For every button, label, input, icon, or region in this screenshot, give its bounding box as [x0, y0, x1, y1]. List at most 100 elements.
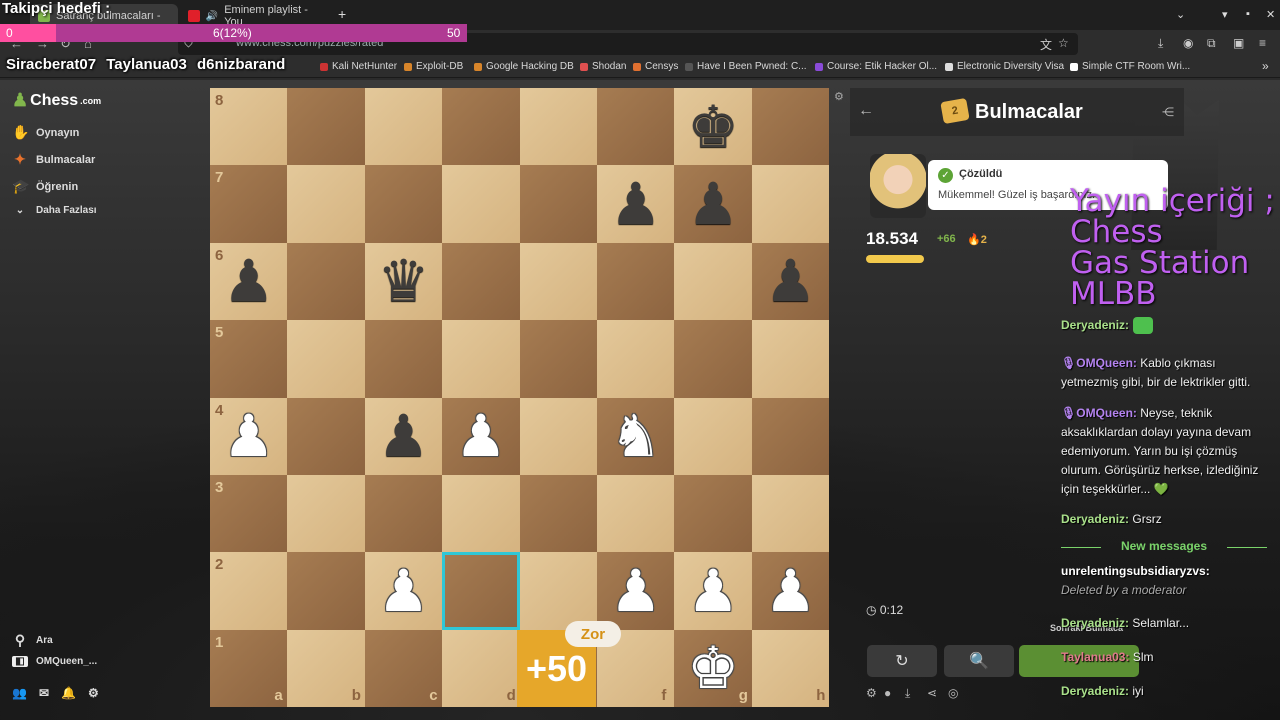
square-b4[interactable]: [287, 397, 365, 475]
friends-icon[interactable]: 👥: [12, 686, 27, 700]
chat-username[interactable]: Deryadeniz:: [1061, 512, 1129, 526]
sidebar-item-more[interactable]: ⌄ Daha Fazlası: [12, 205, 97, 216]
chess-board[interactable]: 87654321abcdefgh♚♟♟♟♛♟♟♟♟♞♟♟♟♟♚: [210, 88, 830, 708]
square-f6[interactable]: [597, 242, 675, 321]
translate-icon[interactable]: 文: [1040, 36, 1052, 53]
share-icon[interactable]: ⋖: [927, 686, 937, 700]
star-icon[interactable]: ☆: [1058, 36, 1069, 50]
panel-back-icon[interactable]: ←: [858, 102, 874, 120]
tabs-dropdown-icon[interactable]: ⌄: [1176, 8, 1185, 21]
square-e2[interactable]: [519, 552, 597, 630]
panel-options-icon[interactable]: ⋲: [1162, 105, 1174, 119]
chat-username[interactable]: 🎙OMQueen:: [1061, 406, 1137, 420]
square-e4[interactable]: [519, 397, 597, 475]
bookmark-item[interactable]: Shodan: [580, 61, 626, 72]
menu-icon[interactable]: ≡: [1259, 36, 1266, 50]
sidebar-user[interactable]: ◧ OMQueen_...: [12, 656, 97, 667]
new-tab-button[interactable]: +: [338, 6, 346, 22]
settings-icon[interactable]: ⚙: [866, 686, 877, 700]
square-h7[interactable]: [751, 165, 830, 243]
white-pawn-piece[interactable]: ♟: [597, 552, 674, 629]
bookmark-item[interactable]: Censys: [633, 61, 678, 72]
chat-username[interactable]: Deryadeniz:: [1061, 684, 1129, 698]
square-g3[interactable]: [674, 475, 752, 553]
white-pawn-piece[interactable]: ♟: [752, 552, 829, 629]
square-e6[interactable]: [519, 242, 597, 321]
black-queen-piece[interactable]: ♛: [365, 243, 442, 320]
square-e5[interactable]: [519, 320, 597, 398]
square-e8[interactable]: [519, 88, 597, 166]
square-d6[interactable]: [442, 242, 520, 321]
square-g5[interactable]: [674, 320, 752, 398]
square-h8[interactable]: [751, 88, 830, 166]
square-f3[interactable]: [597, 475, 675, 553]
bookmark-item[interactable]: Have I Been Pwned: C...: [685, 61, 807, 72]
sidebar-item-puzzles[interactable]: ✦ Bulmacalar: [12, 151, 95, 168]
square-f8[interactable]: [597, 88, 675, 166]
square-d7[interactable]: [442, 165, 520, 243]
chat-username[interactable]: Taylanua03:: [1061, 650, 1129, 664]
chat-username[interactable]: Deryadeniz:: [1061, 616, 1129, 630]
bookmark-item[interactable]: Simple CTF Room Wri...: [1070, 61, 1190, 72]
addon-icon[interactable]: ▣: [1233, 36, 1244, 50]
white-knight-piece[interactable]: ♞: [597, 398, 674, 475]
sidebar-search[interactable]: ⚲ Ara: [12, 632, 53, 649]
black-pawn-piece[interactable]: ♟: [752, 243, 829, 320]
black-pawn-piece[interactable]: ♟: [674, 165, 751, 242]
retry-button[interactable]: ↻: [867, 645, 937, 677]
account-icon[interactable]: ◉: [1183, 36, 1193, 50]
square-d5[interactable]: [442, 320, 520, 398]
white-pawn-piece[interactable]: ♟: [365, 552, 442, 629]
bookmark-item[interactable]: Course: Etik Hacker Ol...: [815, 61, 937, 72]
download-icon[interactable]: ⤓: [1158, 36, 1163, 51]
square-d3[interactable]: [442, 475, 520, 553]
square-b5[interactable]: [287, 320, 365, 398]
square-c8[interactable]: [364, 88, 443, 166]
square-c5[interactable]: [364, 320, 443, 398]
sidebar-item-learn[interactable]: 🎓 Öğrenin: [12, 178, 78, 195]
mail-icon[interactable]: ✉: [39, 686, 49, 700]
sidebar-item-play[interactable]: ✋ Oynayın: [12, 124, 79, 141]
black-king-piece[interactable]: ♚: [674, 88, 751, 165]
board-settings-icon[interactable]: ⚙: [834, 90, 844, 103]
square-h4[interactable]: [751, 397, 830, 475]
square-e7[interactable]: [519, 165, 597, 243]
square-h5[interactable]: [751, 320, 830, 398]
chat-username[interactable]: 🎙OMQueen:: [1061, 356, 1137, 370]
bell-icon[interactable]: 🔔: [61, 686, 76, 700]
square-g6[interactable]: [674, 242, 752, 321]
square-c3[interactable]: [364, 475, 443, 553]
square-d8[interactable]: [442, 88, 520, 166]
chat-username[interactable]: Deryadeniz:: [1061, 318, 1129, 332]
bookmark-item[interactable]: Google Hacking DB: [474, 61, 574, 72]
maximize-button[interactable]: ▪: [1246, 8, 1250, 20]
square-e3[interactable]: [519, 475, 597, 553]
chess-logo[interactable]: ♟ Chess .com: [12, 90, 101, 111]
black-pawn-piece[interactable]: ♟: [597, 165, 674, 242]
white-pawn-piece[interactable]: ♟: [210, 398, 287, 475]
square-b2[interactable]: [287, 552, 365, 630]
square-h3[interactable]: [751, 475, 830, 553]
bookmarks-overflow-icon[interactable]: »: [1262, 59, 1269, 73]
square-b3[interactable]: [287, 475, 365, 553]
settings-gear-icon[interactable]: ⚙: [88, 686, 99, 700]
white-pawn-piece[interactable]: ♟: [442, 398, 519, 475]
chat-username[interactable]: unrelentingsubsidiaryzvs:: [1061, 564, 1210, 578]
white-pawn-piece[interactable]: ♟: [674, 552, 751, 629]
square-b7[interactable]: [287, 165, 365, 243]
bookmark-item[interactable]: Exploit-DB: [404, 61, 463, 72]
bookmark-item[interactable]: Kali NetHunter: [320, 61, 397, 72]
download-icon[interactable]: ⤓: [905, 686, 910, 701]
square-b8[interactable]: [287, 88, 365, 166]
square-g4[interactable]: [674, 397, 752, 475]
square-c7[interactable]: [364, 165, 443, 243]
analysis-button[interactable]: 🔍: [944, 645, 1014, 677]
extensions-icon[interactable]: ⧉: [1207, 36, 1216, 51]
square-f5[interactable]: [597, 320, 675, 398]
highlighted-square[interactable]: [442, 552, 520, 630]
square-b6[interactable]: [287, 242, 365, 321]
chat-icon[interactable]: ●: [884, 686, 891, 700]
bookmark-item[interactable]: Electronic Diversity Visa: [945, 61, 1064, 72]
white-king-piece[interactable]: ♚: [674, 630, 751, 707]
black-pawn-piece[interactable]: ♟: [365, 398, 442, 475]
